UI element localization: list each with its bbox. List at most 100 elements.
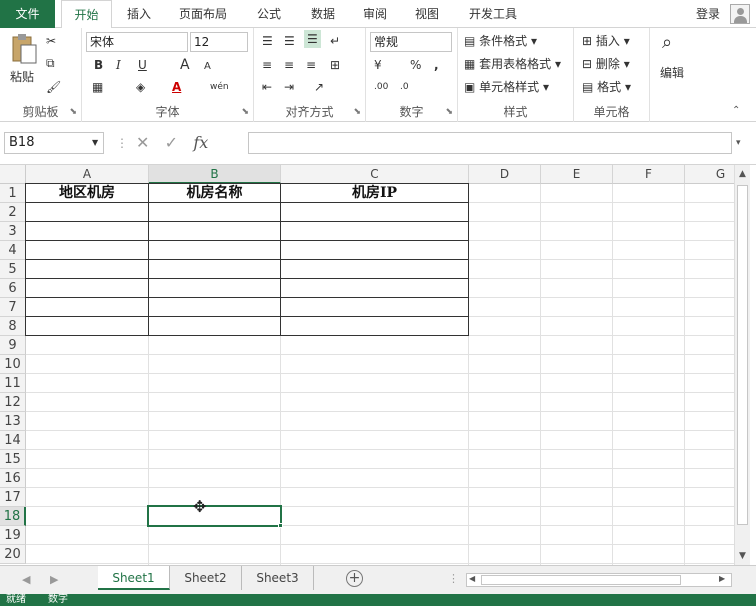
user-avatar-icon[interactable] <box>730 4 750 24</box>
sheet-tab-3[interactable]: Sheet3 <box>242 566 314 590</box>
cell-styles-button[interactable]: ▣ 单元格样式 ▾ <box>464 78 549 96</box>
tab-insert[interactable]: 插入 <box>118 0 160 28</box>
formula-input[interactable] <box>248 132 732 154</box>
fill-handle[interactable] <box>278 523 283 528</box>
copy-icon[interactable]: ⧉ <box>46 54 55 72</box>
delete-cells-button[interactable]: ⊟ 删除 ▾ <box>582 55 630 73</box>
table-cell[interactable] <box>148 202 281 222</box>
font-size-select[interactable]: 12 <box>190 32 248 52</box>
align-center-icon[interactable]: ≡ <box>284 56 294 74</box>
row-header-11[interactable]: 11 <box>0 374 26 393</box>
insert-cells-button[interactable]: ⊞ 插入 ▾ <box>582 32 630 50</box>
tab-view[interactable]: 视图 <box>406 0 448 28</box>
table-cell[interactable] <box>148 278 281 298</box>
name-box-dropdown-icon[interactable]: ▼ <box>92 134 98 152</box>
tab-home[interactable]: 开始 <box>61 0 112 29</box>
column-header-g[interactable]: G <box>685 165 734 184</box>
column-header-a[interactable]: A <box>26 165 149 184</box>
login-link[interactable]: 登录 <box>696 0 720 28</box>
vertical-scrollbar[interactable]: ▲ ▼ <box>734 165 750 565</box>
shrink-font-button[interactable]: A <box>204 58 211 76</box>
paste-icon[interactable] <box>10 32 38 66</box>
row-header-2[interactable]: 2 <box>0 203 26 222</box>
scroll-right-icon[interactable]: ▶ <box>719 574 725 583</box>
row-header-18[interactable]: 18 <box>0 507 26 526</box>
decrease-decimal-icon[interactable]: .0 <box>400 78 409 96</box>
row-header-8[interactable]: 8 <box>0 317 26 336</box>
row-header-4[interactable]: 4 <box>0 241 26 260</box>
format-painter-icon[interactable]: 🖌 <box>46 78 61 96</box>
increase-decimal-icon[interactable]: .00 <box>374 78 388 96</box>
worksheet-grid[interactable]: A B C D E F G 1 2 3 4 5 6 7 8 9 10 11 12 13 14 15 16 17 18 19 20 地区… <box>0 165 734 565</box>
table-cell[interactable] <box>148 297 281 317</box>
expand-formula-icon[interactable]: ▾ <box>736 134 741 152</box>
row-header-14[interactable]: 14 <box>0 431 26 450</box>
enter-icon[interactable]: ✓ <box>165 133 178 152</box>
font-color-icon[interactable]: A <box>172 78 181 96</box>
row-header-1[interactable]: 1 <box>0 184 26 203</box>
phonetic-button[interactable]: wén <box>210 78 229 96</box>
italic-button[interactable]: I <box>116 56 121 74</box>
scroll-up-icon[interactable]: ▲ <box>739 169 746 179</box>
prev-sheet-icon[interactable]: ◀ <box>22 573 30 586</box>
number-format-select[interactable]: 常规 <box>370 32 452 52</box>
row-header-13[interactable]: 13 <box>0 412 26 431</box>
table-cell[interactable] <box>280 202 469 222</box>
align-top-icon[interactable]: ☰ <box>262 32 273 50</box>
align-middle-icon[interactable]: ☰ <box>284 32 295 50</box>
row-header-12[interactable]: 12 <box>0 393 26 412</box>
comma-button[interactable]: , <box>434 56 439 74</box>
column-header-f[interactable]: F <box>613 165 685 184</box>
conditional-formatting-button[interactable]: ▤ 条件格式 ▾ <box>464 32 537 50</box>
table-cell[interactable] <box>25 259 149 279</box>
font-name-select[interactable]: 宋体 <box>86 32 188 52</box>
paste-button[interactable]: 粘贴 <box>10 68 34 86</box>
add-sheet-button[interactable]: + <box>346 570 363 587</box>
clipboard-launcher-icon[interactable]: ⬊ <box>69 107 77 117</box>
cut-icon[interactable]: ✂ <box>46 32 56 50</box>
column-header-e[interactable]: E <box>541 165 613 184</box>
header-cell-c1[interactable]: 机房IP <box>280 183 469 203</box>
find-binoculars-icon[interactable]: ⌕ <box>662 34 672 52</box>
tab-file[interactable]: 文件 <box>0 0 55 28</box>
table-cell[interactable] <box>25 240 149 260</box>
table-cell[interactable] <box>148 259 281 279</box>
table-cell[interactable] <box>25 316 149 336</box>
next-sheet-icon[interactable]: ▶ <box>50 573 58 586</box>
table-cell[interactable] <box>280 278 469 298</box>
percent-button[interactable]: % <box>410 56 421 74</box>
alignment-launcher-icon[interactable]: ⬊ <box>353 107 361 117</box>
decrease-indent-icon[interactable]: ⇤ <box>262 78 272 96</box>
column-header-d[interactable]: D <box>469 165 541 184</box>
tab-page-layout[interactable]: 页面布局 <box>170 0 236 28</box>
tab-review[interactable]: 审阅 <box>354 0 396 28</box>
bold-button[interactable]: B <box>94 56 103 74</box>
merge-icon[interactable]: ⊞ <box>330 56 340 74</box>
format-as-table-button[interactable]: ▦ 套用表格格式 ▾ <box>464 55 561 73</box>
table-cell[interactable] <box>25 297 149 317</box>
insert-function-button[interactable]: fx <box>193 133 208 152</box>
row-header-3[interactable]: 3 <box>0 222 26 241</box>
horizontal-scrollbar[interactable]: ◀ ▶ <box>466 573 732 587</box>
row-header-10[interactable]: 10 <box>0 355 26 374</box>
align-left-icon[interactable]: ≡ <box>262 56 272 74</box>
table-cell[interactable] <box>280 221 469 241</box>
row-header-7[interactable]: 7 <box>0 298 26 317</box>
table-cell[interactable] <box>280 316 469 336</box>
table-cell[interactable] <box>25 202 149 222</box>
table-cell[interactable] <box>148 221 281 241</box>
font-launcher-icon[interactable]: ⬊ <box>241 107 249 117</box>
orientation-icon[interactable]: ↗ <box>314 78 324 96</box>
column-header-b[interactable]: B <box>149 165 281 184</box>
table-cell[interactable] <box>25 278 149 298</box>
row-header-9[interactable]: 9 <box>0 336 26 355</box>
header-cell-a1[interactable]: 地区机房 <box>25 183 149 203</box>
table-cell[interactable] <box>280 259 469 279</box>
header-cell-b1[interactable]: 机房名称 <box>148 183 281 203</box>
select-all-corner[interactable] <box>0 165 26 184</box>
tabs-split-grip-icon[interactable]: ⋮ <box>448 572 459 585</box>
table-cell[interactable] <box>148 240 281 260</box>
increase-indent-icon[interactable]: ⇥ <box>284 78 294 96</box>
grow-font-button[interactable]: A <box>180 56 190 74</box>
format-cells-button[interactable]: ▤ 格式 ▾ <box>582 78 631 96</box>
